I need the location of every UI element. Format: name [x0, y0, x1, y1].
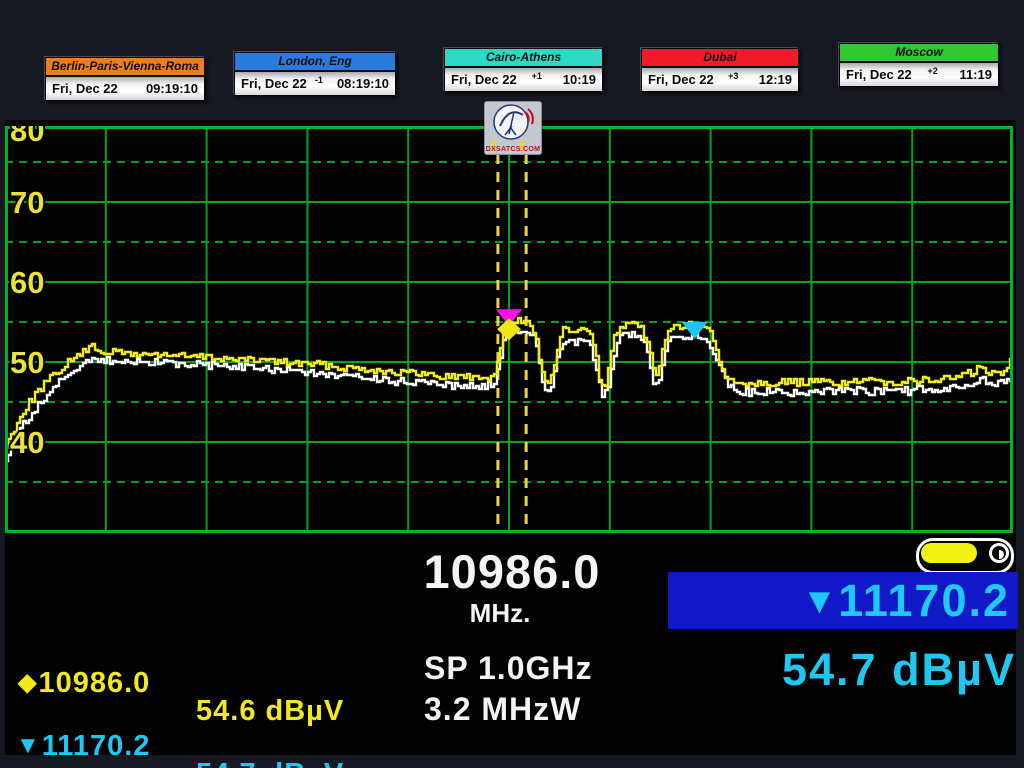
clock-time: 12:19: [753, 72, 792, 87]
marker2-frequency: ▼11170.2: [16, 730, 150, 763]
dxsatcs-logo: DXSATCS.COM: [484, 101, 542, 155]
selected-marker-frequency: 11170.2: [838, 575, 1010, 627]
clock-date: Fri, Dec 22: [241, 76, 307, 91]
span-setting: SP 1.0GHz: [424, 650, 592, 687]
svg-text:80: 80: [10, 126, 44, 148]
selected-marker-level: 54.7 dBµV: [660, 644, 1016, 696]
marker2-level: 54.7 dBµV: [196, 758, 344, 768]
clock-cairo-athens: Cairo-Athens Fri, Dec 22 +1 10:19: [444, 48, 603, 92]
clock-date: Fri, Dec 22: [648, 72, 714, 87]
bandwidth-setting: 3.2 MHzW: [424, 691, 581, 728]
clock-city-label: Moscow: [840, 44, 998, 63]
clock-utc-offset: +2: [927, 66, 937, 76]
clock-utc-offset: +1: [532, 71, 542, 81]
clock-date: Fri, Dec 22: [451, 72, 517, 87]
marker1-frequency: ◆10986.0: [18, 667, 150, 700]
svg-text:70: 70: [10, 185, 44, 220]
meter-screen: Berlin-Paris-Vienna-Roma Fri, Dec 22 09:…: [0, 0, 1024, 768]
marker1-level: 54.6 dBµV: [196, 695, 344, 728]
clock-city-label: Berlin-Paris-Vienna-Roma: [46, 58, 204, 77]
clock-city-label: Cairo-Athens: [445, 49, 602, 68]
clock-utc-offset: +3: [728, 71, 738, 81]
triangle-marker-icon: ▼: [802, 580, 838, 622]
satellite-dish-icon: [485, 102, 539, 152]
svg-text:40: 40: [10, 425, 44, 460]
svg-text:60: 60: [10, 265, 44, 300]
spectrum-chart: 80 70 60 50 40: [5, 126, 1013, 533]
battery-toggle-icon[interactable]: [916, 538, 1014, 574]
clock-utc-offset: -1: [315, 75, 323, 85]
clock-time: 08:19:10: [331, 76, 389, 91]
clock-time: 09:19:10: [140, 81, 198, 96]
selected-marker-box[interactable]: ▼ 11170.2: [668, 572, 1018, 629]
triangle-marker-icon: ▼: [16, 732, 41, 759]
clock-time: 10:19: [557, 72, 596, 87]
diamond-marker-icon: ◆: [18, 669, 37, 696]
clock-date: Fri, Dec 22: [846, 67, 912, 82]
clock-berlin-paris-vienna-roma: Berlin-Paris-Vienna-Roma Fri, Dec 22 09:…: [45, 57, 205, 101]
clock-moscow: Moscow Fri, Dec 22 +2 11:19: [839, 43, 999, 87]
svg-text:50: 50: [10, 345, 44, 380]
clock-city-label: Dubai: [642, 49, 798, 68]
clock-london: London, Eng Fri, Dec 22 -1 08:19:10: [234, 52, 396, 96]
clock-city-label: London, Eng: [235, 53, 395, 72]
clock-date: Fri, Dec 22: [52, 81, 118, 96]
clock-time: 11:19: [953, 67, 992, 82]
clock-dubai: Dubai Fri, Dec 22 +3 12:19: [641, 48, 799, 92]
